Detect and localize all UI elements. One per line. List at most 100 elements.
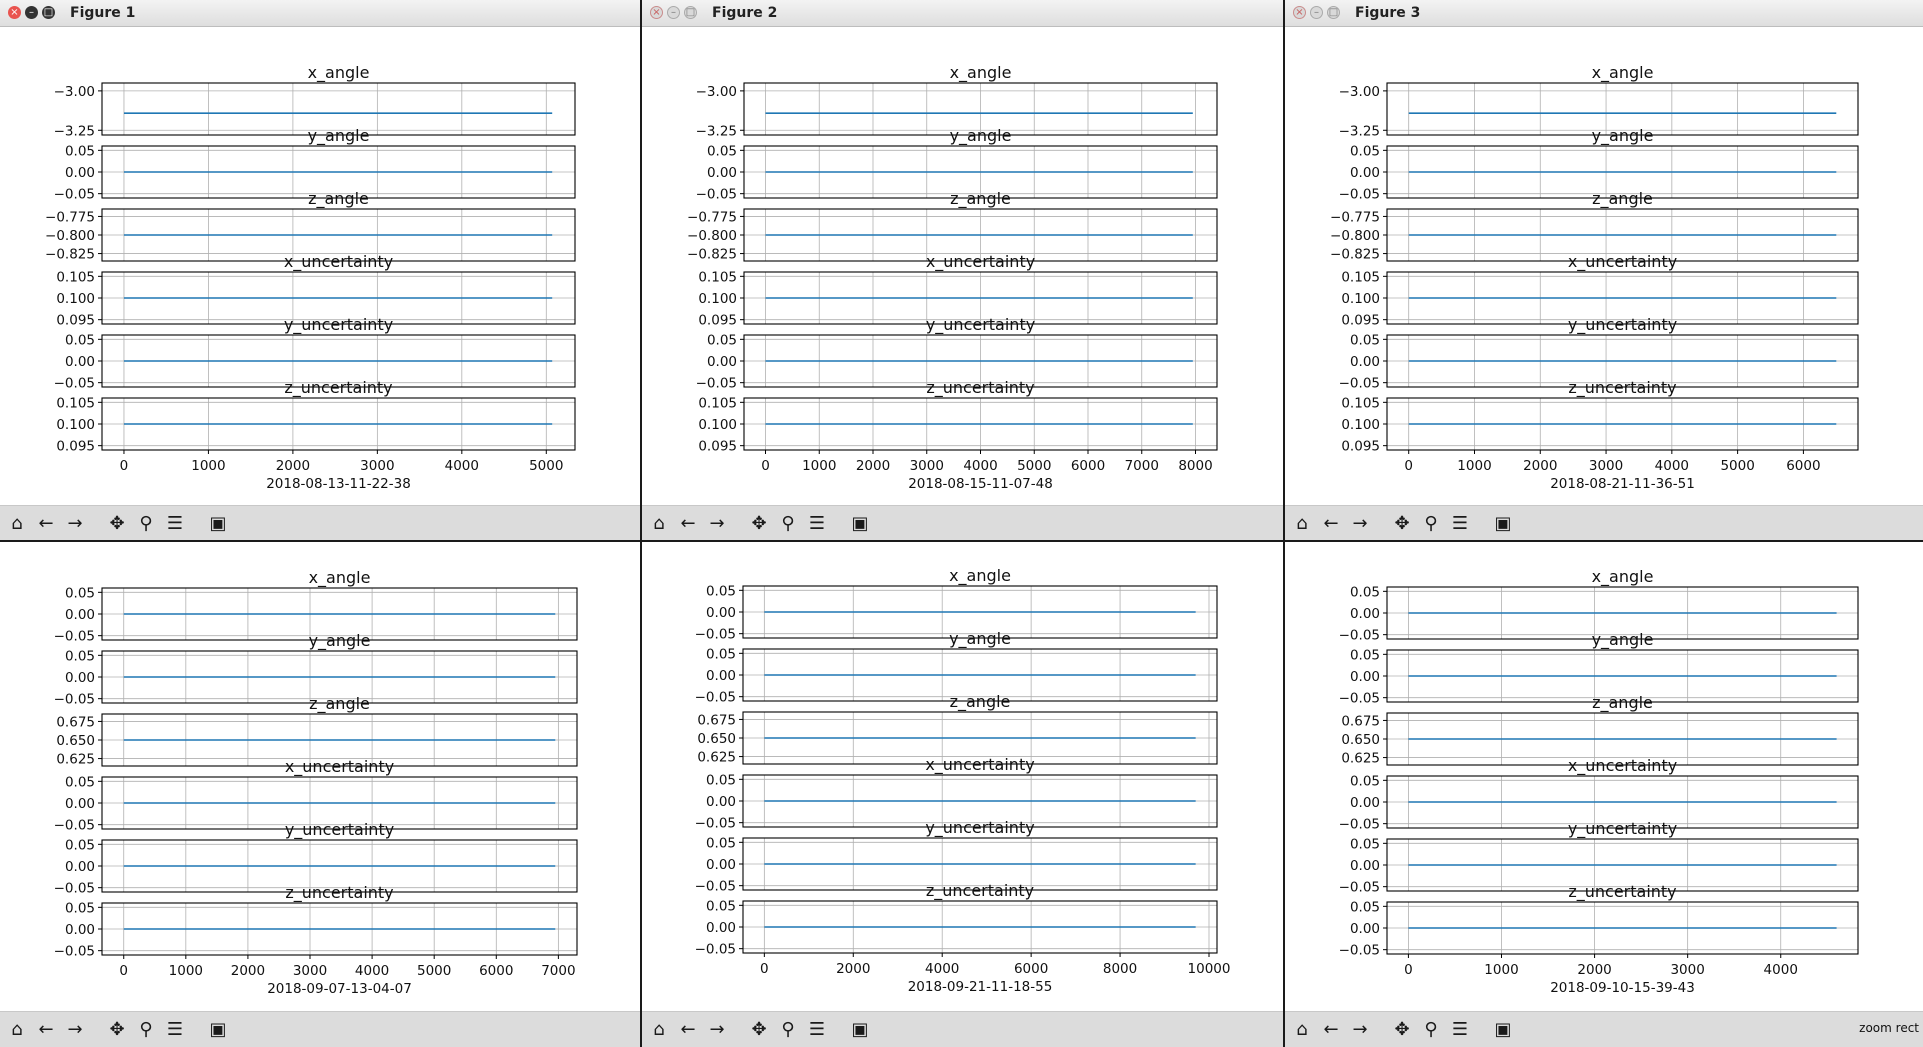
save-icon[interactable]: ▣	[1492, 513, 1514, 535]
subplot-z_uncertainty[interactable]: 0.05 0.00 −0.05 z_uncertainty	[695, 881, 1218, 958]
minimize-icon[interactable]: –	[667, 6, 680, 19]
y-tick-label: −0.05	[1339, 691, 1380, 707]
x-tick-label: 3000	[1670, 962, 1704, 978]
subplot-z_uncertainty[interactable]: 0.05 0.00 −0.05 z_uncertainty	[54, 883, 578, 960]
configure-subplots-icon[interactable]: ☰	[1449, 1019, 1471, 1041]
configure-subplots-icon[interactable]: ☰	[164, 513, 186, 535]
figure-window-3[interactable]: × – □ Figure 3 −3.00 −3.25 x_angle 0.05 0.00…	[1285, 0, 1923, 540]
save-icon[interactable]: ▣	[849, 513, 871, 535]
figure-window-4[interactable]: 0.05 0.00 −0.05 x_angle 0.05 0.00 −0.05 y_angle…	[0, 542, 640, 1047]
close-icon[interactable]: ×	[1293, 6, 1306, 19]
window-titlebar[interactable]: × – □ Figure 1	[0, 0, 640, 27]
figure-plot[interactable]: −3.00 −3.25 x_angle 0.05 0.00 −0.05 y_angle −0.…	[642, 27, 1283, 505]
back-icon[interactable]: ←	[35, 1019, 57, 1041]
home-icon[interactable]: ⌂	[6, 513, 28, 535]
figure-canvas[interactable]: −3.00 −3.25 x_angle 0.05 0.00 −0.05 y_angle −0.…	[642, 27, 1283, 505]
figure-plot[interactable]: 0.05 0.00 −0.05 x_angle 0.05 0.00 −0.05 y_angle…	[0, 542, 640, 1011]
home-icon[interactable]: ⌂	[648, 1019, 670, 1041]
save-icon[interactable]: ▣	[1492, 1019, 1514, 1041]
y-tick-label: 0.650	[56, 733, 95, 749]
figure-canvas[interactable]: 0.05 0.00 −0.05 x_angle 0.05 0.00 −0.05 y_angle…	[642, 542, 1283, 1011]
maximize-icon[interactable]: □	[684, 6, 697, 19]
figure-canvas[interactable]: 0.05 0.00 −0.05 x_angle 0.05 0.00 −0.05 y_angle…	[0, 542, 640, 1011]
y-tick-label: 0.00	[1350, 669, 1380, 685]
zoom-icon[interactable]: ⚲	[777, 513, 799, 535]
figure-plot[interactable]: 0.05 0.00 −0.05 x_angle 0.05 0.00 −0.05 y_angle…	[642, 542, 1283, 1011]
home-icon[interactable]: ⌂	[1291, 513, 1313, 535]
subplot-title: x_angle	[949, 566, 1011, 586]
minimize-icon[interactable]: –	[25, 6, 38, 19]
pan-icon[interactable]: ✥	[1391, 513, 1413, 535]
pan-icon[interactable]: ✥	[1391, 1019, 1413, 1041]
forward-icon[interactable]: →	[64, 1019, 86, 1041]
figure-canvas[interactable]: −3.00 −3.25 x_angle 0.05 0.00 −0.05 y_angle −0.…	[0, 27, 640, 505]
status-message: zoom rect	[1859, 1021, 1919, 1035]
y-tick-label: 0.100	[56, 291, 95, 307]
pan-icon[interactable]: ✥	[748, 513, 770, 535]
figure-plot[interactable]: 0.05 0.00 −0.05 x_angle 0.05 0.00 −0.05 y_angle…	[1285, 542, 1923, 1011]
configure-subplots-icon[interactable]: ☰	[806, 513, 828, 535]
close-icon[interactable]: ×	[8, 6, 21, 19]
subplot-z_uncertainty[interactable]: 0.105 0.100 0.095 z_uncertainty	[1341, 378, 1859, 455]
window-titlebar[interactable]: × – □ Figure 3	[1285, 0, 1923, 27]
pan-icon[interactable]: ✥	[748, 1019, 770, 1041]
zoom-icon[interactable]: ⚲	[777, 1019, 799, 1041]
figure-plot[interactable]: −3.00 −3.25 x_angle 0.05 0.00 −0.05 y_angle −0.…	[0, 27, 640, 505]
navigation-toolbar: ⌂ ← → ✥ ⚲ ☰ ▣	[642, 505, 1283, 540]
zoom-icon[interactable]: ⚲	[1420, 513, 1442, 535]
subplot-title: x_angle	[1592, 63, 1654, 83]
figure-window-2[interactable]: × – □ Figure 2 −3.00 −3.25 x_angle 0.05 0.00…	[642, 0, 1283, 540]
back-icon[interactable]: ←	[677, 513, 699, 535]
zoom-icon[interactable]: ⚲	[1420, 1019, 1442, 1041]
figure-canvas[interactable]: 0.05 0.00 −0.05 x_angle 0.05 0.00 −0.05 y_angle…	[1285, 542, 1923, 1011]
zoom-icon[interactable]: ⚲	[135, 1019, 157, 1041]
zoom-icon[interactable]: ⚲	[135, 513, 157, 535]
subplot-z_uncertainty[interactable]: 0.105 0.100 0.095 z_uncertainty	[698, 378, 1218, 455]
y-tick-label: 0.00	[65, 859, 95, 875]
pan-icon[interactable]: ✥	[106, 1019, 128, 1041]
y-tick-label: −0.775	[45, 209, 95, 225]
forward-icon[interactable]: →	[1349, 513, 1371, 535]
back-icon[interactable]: ←	[677, 1019, 699, 1041]
save-icon[interactable]: ▣	[849, 1019, 871, 1041]
y-tick-label: 0.00	[706, 794, 736, 810]
y-tick-label: 0.05	[1350, 899, 1380, 915]
figure-plot[interactable]: −3.00 −3.25 x_angle 0.05 0.00 −0.05 y_angle −0.…	[1285, 27, 1923, 505]
forward-icon[interactable]: →	[706, 513, 728, 535]
save-icon[interactable]: ▣	[207, 1019, 229, 1041]
forward-icon[interactable]: →	[706, 1019, 728, 1041]
configure-subplots-icon[interactable]: ☰	[1449, 513, 1471, 535]
save-icon[interactable]: ▣	[207, 513, 229, 535]
y-tick-label: 0.00	[1350, 858, 1380, 874]
figure-window-5[interactable]: 0.05 0.00 −0.05 x_angle 0.05 0.00 −0.05 y_angle…	[642, 542, 1283, 1047]
minimize-icon[interactable]: –	[1310, 6, 1323, 19]
subplot-z_uncertainty[interactable]: 0.05 0.00 −0.05 z_uncertainty	[1339, 882, 1859, 959]
x-tick-label: 1000	[1457, 458, 1491, 474]
home-icon[interactable]: ⌂	[6, 1019, 28, 1041]
close-icon[interactable]: ×	[650, 6, 663, 19]
figure-window-6[interactable]: 0.05 0.00 −0.05 x_angle 0.05 0.00 −0.05 y_angle…	[1285, 542, 1923, 1047]
maximize-icon[interactable]: □	[1327, 6, 1340, 19]
window-titlebar[interactable]: × – □ Figure 2	[642, 0, 1283, 27]
x-tick-label: 7000	[1125, 458, 1159, 474]
subplot-z_uncertainty[interactable]: 0.105 0.100 0.095 z_uncertainty	[56, 378, 576, 455]
y-tick-label: −0.825	[687, 247, 737, 263]
home-icon[interactable]: ⌂	[1291, 1019, 1313, 1041]
forward-icon[interactable]: →	[64, 513, 86, 535]
pan-icon[interactable]: ✥	[106, 513, 128, 535]
configure-subplots-icon[interactable]: ☰	[164, 1019, 186, 1041]
configure-subplots-icon[interactable]: ☰	[806, 1019, 828, 1041]
y-tick-label: −0.05	[1339, 880, 1380, 896]
maximize-icon[interactable]: □	[42, 6, 55, 19]
subplot-title: y_uncertainty	[285, 820, 394, 840]
y-tick-label: −0.800	[1330, 228, 1380, 244]
y-tick-label: −3.25	[54, 123, 95, 139]
back-icon[interactable]: ←	[35, 513, 57, 535]
home-icon[interactable]: ⌂	[648, 513, 670, 535]
back-icon[interactable]: ←	[1320, 1019, 1342, 1041]
figure-window-1[interactable]: × – □ Figure 1 −3.00 −3.25 x_angle 0.05 0.00…	[0, 0, 640, 540]
figure-canvas[interactable]: −3.00 −3.25 x_angle 0.05 0.00 −0.05 y_angle −0.…	[1285, 27, 1923, 505]
back-icon[interactable]: ←	[1320, 513, 1342, 535]
window-title: Figure 2	[712, 5, 778, 21]
forward-icon[interactable]: →	[1349, 1019, 1371, 1041]
